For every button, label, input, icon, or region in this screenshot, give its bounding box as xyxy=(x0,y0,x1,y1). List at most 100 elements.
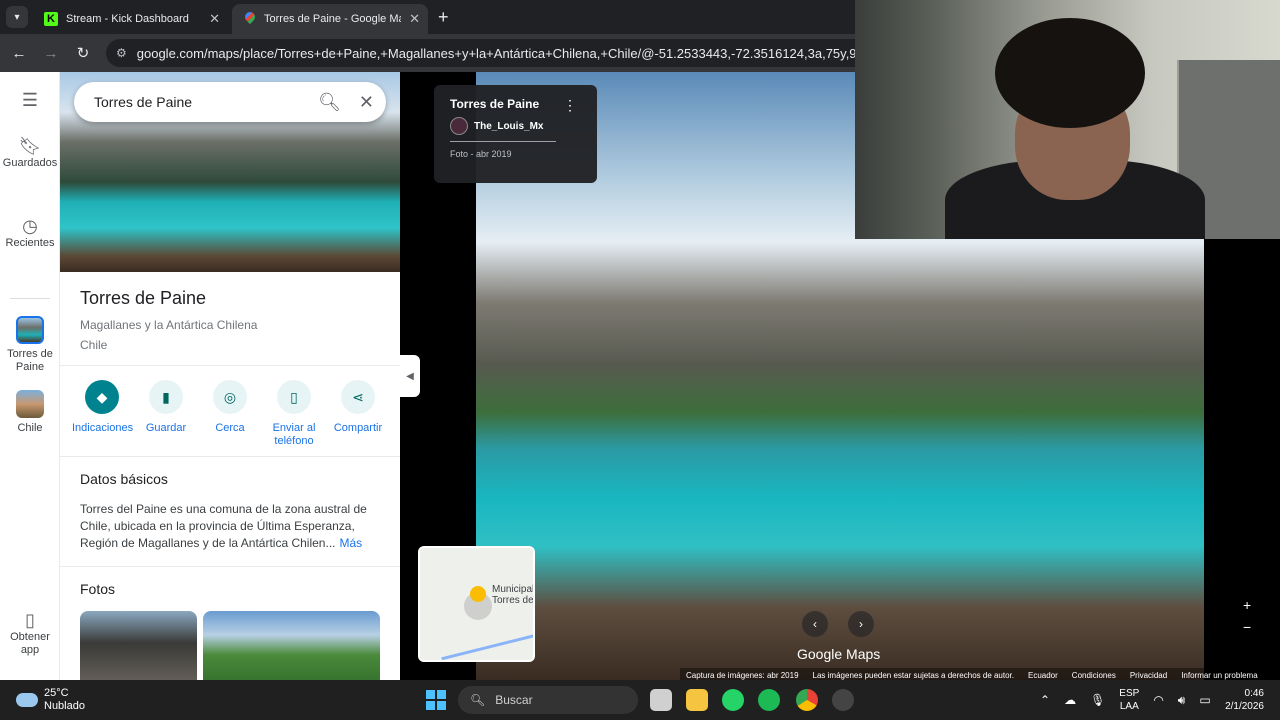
clock-date: 2/1/2026 xyxy=(1225,701,1264,712)
rail-saved-label: Guardados xyxy=(2,157,58,169)
action-bar: ◆ Indicaciones ▮ Guardar ◎ Cerca ▯ Envia… xyxy=(60,365,400,456)
chrome-icon[interactable] xyxy=(796,689,818,711)
rail-place-label: Torres de Paine xyxy=(7,348,53,373)
zoom-in-button[interactable]: + xyxy=(1243,594,1251,616)
rail-recent-place[interactable]: Torres de Paine xyxy=(0,316,60,374)
onedrive-icon[interactable]: ☁ xyxy=(1064,693,1076,707)
clock[interactable]: 0:46 2/1/2026 xyxy=(1216,687,1264,713)
place-hero-image[interactable]: Torres de Paine 🔍︎ ✕ xyxy=(60,72,400,272)
place-panel: Torres de Paine 🔍︎ ✕ Torres de Paine Mag… xyxy=(60,72,400,680)
share-label: Compartir xyxy=(333,422,383,434)
person-hair xyxy=(995,18,1145,128)
about-section: Datos básicos Torres del Paine es una co… xyxy=(60,456,400,566)
weather-condition: Nublado xyxy=(44,700,85,712)
tab-maps[interactable]: Torres de Paine - Google Maps ✕ xyxy=(232,4,428,34)
taskbar-search[interactable]: 🔍︎ Buscar xyxy=(458,686,638,714)
photo-thumbnail[interactable] xyxy=(203,611,380,680)
rail-recent-label: Recientes xyxy=(5,237,55,249)
avatar xyxy=(450,117,468,135)
capture-date: Captura de imágenes: abr 2019 xyxy=(686,670,799,680)
terms-link[interactable]: Condiciones xyxy=(1072,671,1116,680)
photos-heading: Fotos xyxy=(80,581,116,597)
search-icon: 🔍︎ xyxy=(470,693,486,707)
language-indicator[interactable]: ESP LAA xyxy=(1119,687,1139,713)
nearby-icon: ◎ xyxy=(213,380,247,414)
about-heading: Datos básicos xyxy=(80,471,168,487)
country-link[interactable]: Ecuador xyxy=(1028,671,1058,680)
more-options-icon[interactable]: ⋮ xyxy=(563,97,577,114)
bookmark-icon: 🔖︎ xyxy=(18,136,42,156)
search-box[interactable]: Torres de Paine 🔍︎ ✕ xyxy=(74,82,386,122)
phone-icon: ▯ xyxy=(25,610,35,630)
hamburger-icon: ☰ xyxy=(21,90,39,110)
directions-button[interactable]: ◆ Indicaciones xyxy=(72,380,134,448)
minimap-label: Municipal Torres de xyxy=(492,584,535,606)
report-link[interactable]: Informar un problema xyxy=(1181,671,1257,680)
battery-icon[interactable]: ▭ xyxy=(1199,693,1210,707)
start-button[interactable] xyxy=(426,690,446,710)
weather-widget[interactable]: 25°C Nublado xyxy=(16,687,85,713)
microphone-icon[interactable]: 🎙︎ xyxy=(1090,693,1105,707)
tab-title: Stream - Kick Dashboard xyxy=(66,13,189,25)
rail-recent-chile[interactable]: Chile xyxy=(0,390,60,435)
author-row[interactable]: The_Louis_Mx xyxy=(450,117,556,142)
previous-photo-button[interactable]: ‹ xyxy=(802,611,828,637)
close-tab-icon[interactable]: ✕ xyxy=(409,11,420,27)
temperature: 25°C xyxy=(44,687,69,699)
zoom-controls: + − xyxy=(1243,594,1251,638)
chevron-up-icon[interactable]: ⌃ xyxy=(1040,693,1050,707)
lang-code: ESP xyxy=(1119,688,1140,699)
directions-icon: ◆ xyxy=(85,380,119,414)
menu-button[interactable]: ☰ xyxy=(0,90,60,111)
close-tab-icon[interactable]: ✕ xyxy=(209,11,220,27)
mini-map[interactable]: Municipal Torres de xyxy=(418,546,535,662)
share-icon: ⋖ xyxy=(341,380,375,414)
privacy-link[interactable]: Privacidad xyxy=(1130,671,1167,680)
rail-get-app[interactable]: ▯ Obtener app xyxy=(0,610,60,657)
more-link[interactable]: Más xyxy=(340,536,363,550)
rail-saved[interactable]: 🔖︎ Guardados xyxy=(0,136,60,170)
about-body: Torres del Paine es una comuna de la zon… xyxy=(80,502,367,550)
site-info-icon[interactable]: ⚙ xyxy=(116,46,127,60)
photos-section: Fotos xyxy=(60,566,400,680)
photo-thumbnail[interactable] xyxy=(80,611,197,680)
wifi-icon[interactable]: ◠ xyxy=(1153,693,1163,707)
obs-icon[interactable] xyxy=(832,689,854,711)
cloud-icon xyxy=(16,693,38,707)
copyright-note: Las imágenes pueden estar sujetas a dere… xyxy=(812,670,1014,680)
close-icon[interactable]: ✕ xyxy=(359,92,374,113)
tab-search-dropdown[interactable]: ▾ xyxy=(6,6,28,28)
send-to-phone-button[interactable]: ▯ Enviar al teléfono xyxy=(264,380,324,448)
nearby-button[interactable]: ◎ Cerca xyxy=(200,380,260,448)
next-photo-button[interactable]: › xyxy=(848,611,874,637)
forward-icon[interactable]: → xyxy=(42,45,60,62)
webcam-overlay xyxy=(855,0,1280,239)
place-country: Chile xyxy=(80,338,108,352)
nearby-label: Cerca xyxy=(215,422,245,434)
task-view-icon[interactable] xyxy=(650,689,672,711)
share-button[interactable]: ⋖ Compartir xyxy=(328,380,388,448)
spotify-icon[interactable] xyxy=(758,689,780,711)
directions-label: Indicaciones xyxy=(72,422,134,434)
tab-kick[interactable]: K Stream - Kick Dashboard ✕ xyxy=(32,4,228,34)
chevron-right-icon: › xyxy=(859,617,863,631)
lang-layout: LAA xyxy=(1119,701,1139,712)
search-icon[interactable]: 🔍︎ xyxy=(318,92,341,113)
photo-info-card: Torres de Paine ⋮ The_Louis_Mx Foto - ab… xyxy=(434,85,597,183)
file-explorer-icon[interactable] xyxy=(686,689,708,711)
new-tab-button[interactable]: + xyxy=(438,7,449,28)
back-icon[interactable]: ← xyxy=(10,45,28,62)
chile-thumbnail xyxy=(16,390,44,418)
place-thumbnail xyxy=(16,316,44,344)
collapse-panel-button[interactable]: ◀ xyxy=(400,355,420,397)
whatsapp-icon[interactable] xyxy=(722,689,744,711)
volume-icon[interactable]: 🔊︎ xyxy=(1178,693,1186,708)
history-icon: ◷ xyxy=(22,216,38,236)
kick-favicon-icon: K xyxy=(44,12,58,26)
search-input[interactable]: Torres de Paine xyxy=(94,94,300,110)
reload-icon[interactable]: ↻ xyxy=(74,44,92,62)
rail-chile-label: Chile xyxy=(17,422,43,434)
zoom-out-button[interactable]: − xyxy=(1243,616,1251,638)
save-button[interactable]: ▮ Guardar xyxy=(136,380,196,448)
rail-recent[interactable]: ◷ Recientes xyxy=(0,216,60,250)
